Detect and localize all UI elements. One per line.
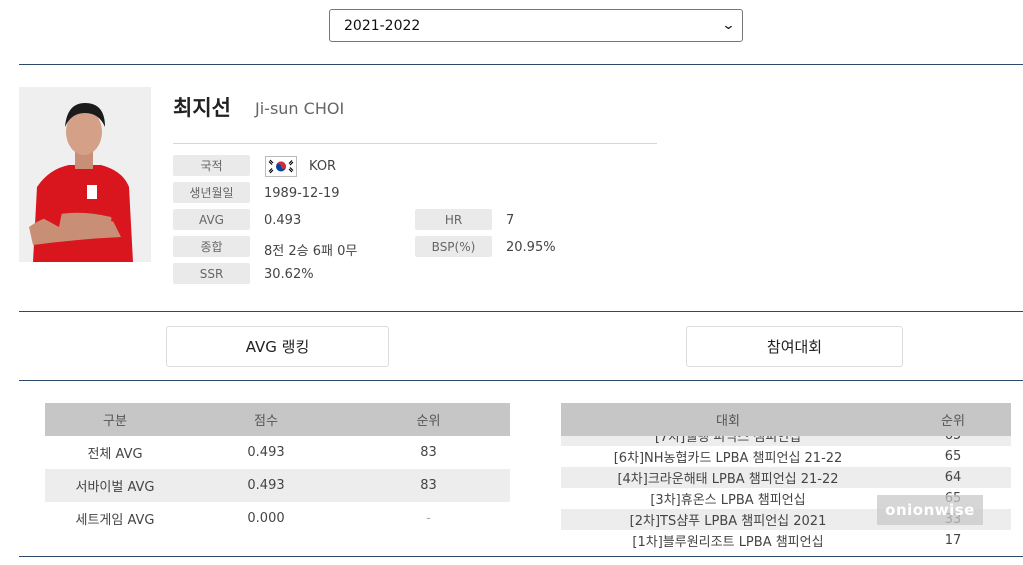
table-cell: 83 [420, 445, 437, 460]
table-cell: 0.493 [247, 445, 285, 460]
table-cell: [6차]NH농협카드 LPBA 챔피언십 21-22 [613, 451, 843, 466]
ssr-value: 30.62% [264, 267, 314, 282]
table-cell: [1차]블루원리조트 LPBA 챔피언십 [632, 535, 824, 548]
tournament-table-body[interactable]: [7차]웰뱅 피닉스 챔피언십 65 [6차]NH농협카드 LPBA 챔피언십 … [561, 436, 1011, 548]
table-cell: [4차]크라운해태 LPBA 챔피언십 21-22 [561, 467, 895, 488]
column-header: 구분 [45, 403, 185, 436]
table-row: 세트게임 AVG 0.000 - [45, 502, 510, 535]
tab-tournaments[interactable]: 참여대회 [686, 326, 903, 367]
record-label: 종합 [173, 236, 250, 257]
divider [19, 380, 1023, 381]
column-header: 대회 [561, 403, 895, 436]
avg-label: AVG [173, 209, 250, 230]
table-row: 전체 AVG 0.493 83 [45, 436, 510, 469]
table-cell: [3차]휴온스 LPBA 챔피언십 [650, 493, 806, 508]
table-cell: 65 [944, 449, 962, 464]
record-value: 8전 2승 6패 0무 [264, 244, 358, 259]
birth-label: 생년월일 [173, 182, 250, 203]
chevron-down-icon: ⌄ [721, 18, 736, 33]
birth-value: 1989-12-19 [264, 186, 340, 201]
watermark: onionwise [877, 495, 983, 525]
avg-ranking-table: 구분 점수 순위 전체 AVG 0.493 83 서바이벌 AVG 0.493 … [45, 403, 510, 535]
table-row[interactable]: [1차]블루원리조트 LPBA 챔피언십 17 [561, 530, 1011, 548]
table-cell: 서바이벌 AVG [45, 469, 185, 502]
divider [19, 556, 1023, 557]
season-select[interactable]: 2021-2022 ⌄ [329, 9, 743, 42]
table-cell: 전체 AVG [87, 447, 143, 462]
ssr-label: SSR [173, 263, 250, 284]
table-cell: 83 [347, 469, 510, 502]
tab-avg-ranking[interactable]: AVG 랭킹 [166, 326, 389, 367]
divider [19, 311, 1023, 312]
table-cell: [7차]웰뱅 피닉스 챔피언십 [561, 436, 895, 446]
hr-value: 7 [506, 213, 515, 228]
player-name-en: Ji-sun CHOI [255, 99, 345, 118]
table-row: 서바이벌 AVG 0.493 83 [45, 469, 510, 502]
divider [19, 64, 1023, 65]
table-cell: 0.000 [247, 511, 285, 526]
column-header: 순위 [347, 403, 510, 436]
table-cell: 0.493 [185, 469, 347, 502]
bsp-value: 20.95% [506, 240, 556, 255]
season-select-value: 2021-2022 [344, 17, 421, 34]
table-row[interactable]: [4차]크라운해태 LPBA 챔피언십 21-22 64 [561, 467, 1011, 488]
name-divider [173, 143, 657, 144]
player-name-ko: 최지선 [173, 96, 231, 120]
table-cell: [2차]TS샴푸 LPBA 챔피언십 2021 [561, 509, 895, 530]
table-row[interactable]: [7차]웰뱅 피닉스 챔피언십 65 [561, 436, 1011, 446]
avg-value: 0.493 [264, 213, 302, 228]
table-cell: 17 [944, 533, 962, 548]
player-photo [19, 87, 151, 262]
column-header: 순위 [895, 403, 1011, 436]
table-cell: 65 [895, 436, 1011, 446]
bsp-label: BSP(%) [415, 236, 492, 257]
korea-flag-icon [265, 156, 297, 177]
tournament-table[interactable]: 대회 순위 [7차]웰뱅 피닉스 챔피언십 65 [6차]NH농협카드 LPBA… [561, 403, 1011, 548]
table-cell: 64 [895, 467, 1011, 488]
nationality-value: KOR [309, 159, 337, 174]
nationality-label: 국적 [173, 155, 250, 176]
table-row[interactable]: [6차]NH농협카드 LPBA 챔피언십 21-22 65 [561, 446, 1011, 467]
table-cell: - [426, 511, 431, 526]
table-cell: 세트게임 AVG [75, 513, 155, 528]
hr-label: HR [415, 209, 492, 230]
column-header: 점수 [185, 403, 347, 436]
